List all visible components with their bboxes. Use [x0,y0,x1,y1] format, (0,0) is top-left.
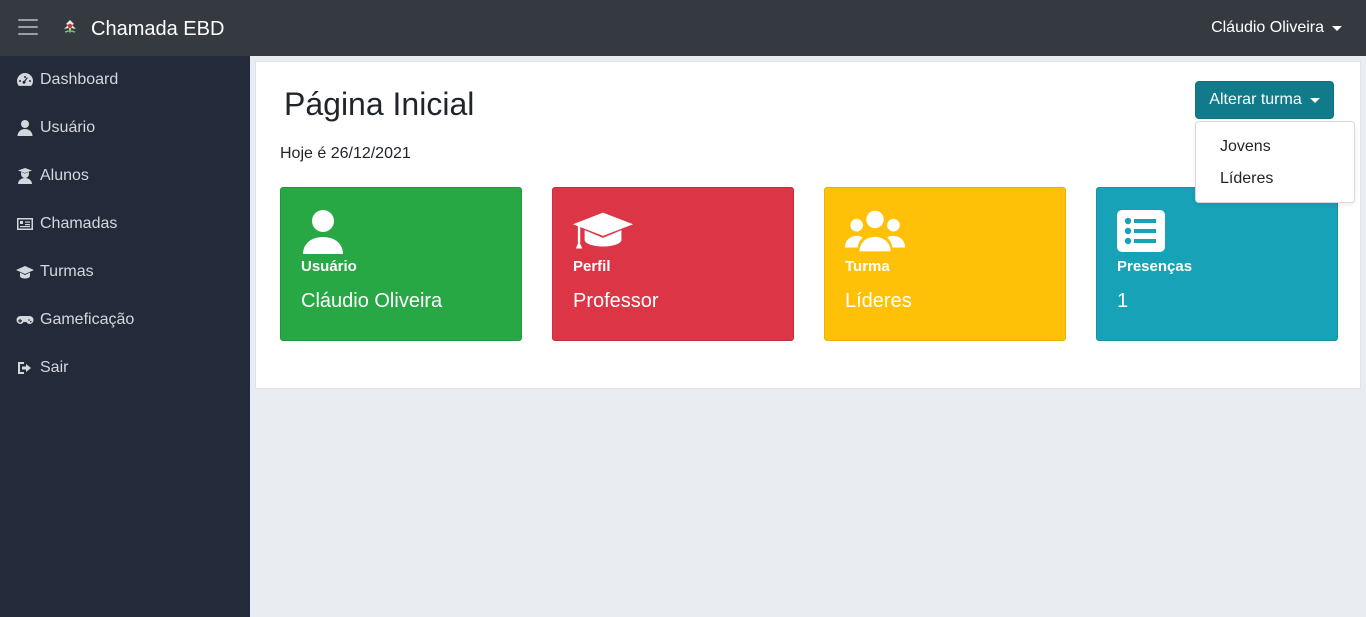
change-class-dropdown: Jovens Líderes [1195,121,1355,203]
tile-value: Líderes [845,290,912,312]
user-icon [303,210,343,254]
class-tile: Turma Líderes [824,187,1066,341]
sidebar-item-gameficacao[interactable]: Gameficação [16,308,134,332]
user-info-tile: Usuário Cláudio Oliveira [280,187,522,341]
change-class-label: Alterar turma [1209,91,1302,108]
today-date: Hoje é 26/12/2021 [280,145,411,162]
caret-down-icon [1332,25,1342,31]
sidebar-item-label: Chamadas [40,215,118,232]
sidebar-item-alunos[interactable]: Alunos [16,164,89,188]
sidebar-item-chamadas[interactable]: Chamadas [16,212,117,236]
user-icon [17,120,33,136]
tile-value: 1 [1117,290,1129,312]
tile-label: Presenças [1117,258,1193,275]
sign-out-icon [18,362,31,374]
user-name: Cláudio Oliveira [1211,19,1324,36]
sidebar-item-sair[interactable]: Sair [16,356,68,380]
sidebar-item-label: Usuário [40,119,96,136]
tile-label: Usuário [301,258,357,275]
sidebar-item-turmas[interactable]: Turmas [16,260,94,284]
dropdown-item-lideres[interactable]: Líderes [1220,170,1273,188]
attendance-tile: Presenças 1 [1096,187,1338,341]
list-icon [1117,210,1165,252]
top-navbar: Chamada EBD Cláudio Oliveira [0,0,1366,56]
gamepad-icon [16,316,34,324]
caret-down-icon [1309,97,1320,103]
menu-toggle-icon[interactable] [18,19,38,37]
tile-label: Turma [845,258,890,275]
tachometer-icon [17,73,33,86]
sidebar-item-label: Turmas [40,263,94,280]
brand-title[interactable]: Chamada EBD [91,17,224,41]
dropdown-item-jovens[interactable]: Jovens [1220,138,1271,156]
page-title: Página Inicial [284,86,475,122]
tile-value: Professor [573,290,659,312]
change-class-button[interactable]: Alterar turma [1195,81,1334,119]
id-card-icon [17,218,33,230]
user-graduate-icon [18,168,32,184]
sidebar-item-label: Alunos [40,167,89,184]
sidebar-item-label: Dashboard [40,71,119,88]
brand-logo-icon [64,20,76,34]
sidebar: Dashboard Usuário Alunos Chamadas Turmas… [0,56,250,617]
sidebar-item-dashboard[interactable]: Dashboard [16,68,118,92]
profile-tile: Perfil Professor [552,187,794,341]
users-icon [845,210,906,252]
tile-label: Perfil [573,258,611,275]
tile-value: Cláudio Oliveira [301,290,443,312]
main-content-card: Página Inicial Hoje é 26/12/2021 Alterar… [255,61,1361,389]
graduation-cap-icon [573,212,634,249]
sidebar-item-label: Gameficação [40,311,135,328]
sidebar-item-usuario[interactable]: Usuário [16,116,95,140]
graduation-cap-icon [16,266,34,279]
user-menu[interactable]: Cláudio Oliveira [1211,18,1342,38]
sidebar-item-label: Sair [40,359,69,376]
